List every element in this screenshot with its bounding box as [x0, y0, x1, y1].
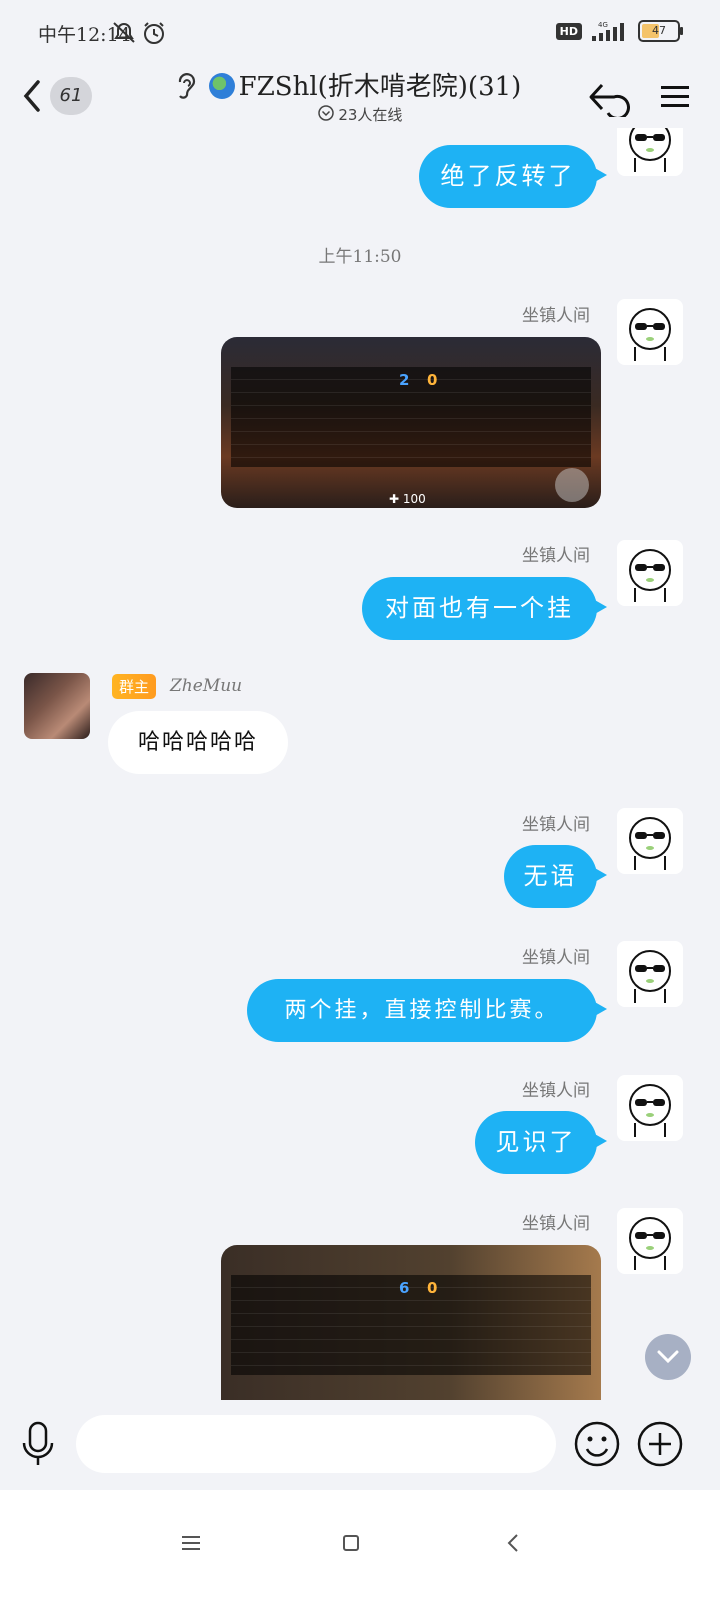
time-divider: 上午11:50 [318, 247, 402, 267]
jump-icon [555, 468, 589, 502]
message-input[interactable] [76, 1415, 556, 1473]
sender-name: 坐镇人间 [522, 1214, 590, 1234]
status-right-icons: HD 4G 47 [555, 20, 683, 42]
globe-icon [208, 73, 235, 99]
image-message-game-scoreboard[interactable]: 6 0 [221, 1245, 601, 1400]
avatar[interactable] [617, 128, 683, 176]
recents-button[interactable] [166, 1518, 216, 1568]
mute-bell-icon [113, 22, 135, 43]
avatar[interactable] [617, 1075, 683, 1141]
dog-sunglasses-avatar-icon [629, 817, 671, 870]
scoreboard-overlay [231, 367, 591, 467]
dog-sunglasses-avatar-icon [629, 549, 671, 602]
dog-sunglasses-avatar-icon [629, 128, 671, 172]
voice-button[interactable] [12, 1418, 64, 1470]
status-left-icons [112, 20, 172, 50]
square-icon [343, 1535, 359, 1551]
avatar[interactable] [617, 540, 683, 606]
system-back-button[interactable] [488, 1518, 538, 1568]
share-circle-icon [589, 83, 630, 117]
online-count: 23人在线 [338, 106, 403, 124]
share-button[interactable] [586, 74, 632, 120]
sender-name: 坐镇人间 [522, 306, 590, 326]
dog-sunglasses-avatar-icon [629, 1084, 671, 1137]
hamburger-menu-icon [661, 86, 689, 107]
smiley-icon [574, 1421, 620, 1467]
sender-name: 坐镇人间 [522, 546, 590, 566]
input-bar [0, 1400, 720, 1490]
chevron-down-circle-icon [317, 104, 334, 125]
chevron-down-icon [657, 1350, 679, 1364]
hp-readout: ✚ 100 [389, 492, 426, 506]
avatar[interactable] [617, 299, 683, 365]
menu-lines-icon [182, 1536, 200, 1550]
message-bubble[interactable]: 见识了 [475, 1111, 607, 1174]
dog-sunglasses-avatar-icon [629, 950, 671, 1003]
message-bubble[interactable]: 无语 [504, 845, 607, 908]
message-bubble[interactable]: 对面也有一个挂 [362, 577, 607, 640]
status-bar: 中午12:14 HD 4G 47 [0, 0, 720, 64]
scoreboard-overlay [231, 1275, 591, 1375]
avatar-zhemuu[interactable] [24, 673, 90, 739]
sender-name: 坐镇人间 [522, 948, 590, 968]
sender-name: 坐镇人间 [522, 815, 590, 835]
microphone-icon [22, 1421, 54, 1465]
home-button[interactable] [326, 1518, 376, 1568]
svg-text:4G: 4G [598, 21, 608, 29]
message-bubble[interactable]: 哈哈哈哈哈 [108, 711, 288, 774]
sender-name: ZheMuu [170, 676, 243, 696]
ear-icon [178, 73, 195, 99]
chat-header: 61 FZShl(折木啃老院)(31) 23人在线 [0, 64, 720, 128]
system-nav-bar [0, 1490, 720, 1600]
chat-title[interactable]: FZShl(折木啃老院)(31) [205, 66, 525, 103]
sender-name: 坐镇人间 [522, 1081, 590, 1101]
alarm-icon [144, 22, 164, 44]
score-t: 0 [427, 371, 438, 389]
hd-badge: HD [555, 22, 582, 40]
score-ct: 6 [399, 1279, 410, 1297]
chat-area[interactable]: 绝了反转了 上午11:50 坐镇人间 2 0 ✚ 100 坐镇人间 对面也有一个… [0, 128, 720, 1400]
emoji-button[interactable] [571, 1418, 623, 1470]
avatar[interactable] [617, 941, 683, 1007]
message-bubble[interactable]: 绝了反转了 [419, 145, 607, 208]
score-t: 0 [427, 1279, 438, 1297]
group-owner-badge: 群主 [112, 674, 157, 699]
dog-sunglasses-avatar-icon [629, 1217, 671, 1270]
signal-icon: 4G [592, 21, 624, 41]
dog-sunglasses-avatar-icon [629, 308, 671, 361]
avatar[interactable] [617, 808, 683, 874]
chevron-left-icon [507, 1534, 518, 1552]
plus-circle-icon [637, 1421, 683, 1467]
scroll-to-bottom-button[interactable] [645, 1334, 691, 1380]
battery-icon: 47 [638, 20, 683, 42]
message-bubble[interactable]: 两个挂，直接控制比赛。 [247, 979, 607, 1042]
menu-button[interactable] [652, 74, 698, 120]
chat-title-text: FZShl(折木啃老院)(31) [238, 72, 522, 102]
image-message-game-scoreboard[interactable]: 2 0 ✚ 100 [221, 337, 601, 508]
avatar[interactable] [617, 1208, 683, 1274]
add-button[interactable] [634, 1418, 686, 1470]
score-ct: 2 [399, 371, 410, 389]
